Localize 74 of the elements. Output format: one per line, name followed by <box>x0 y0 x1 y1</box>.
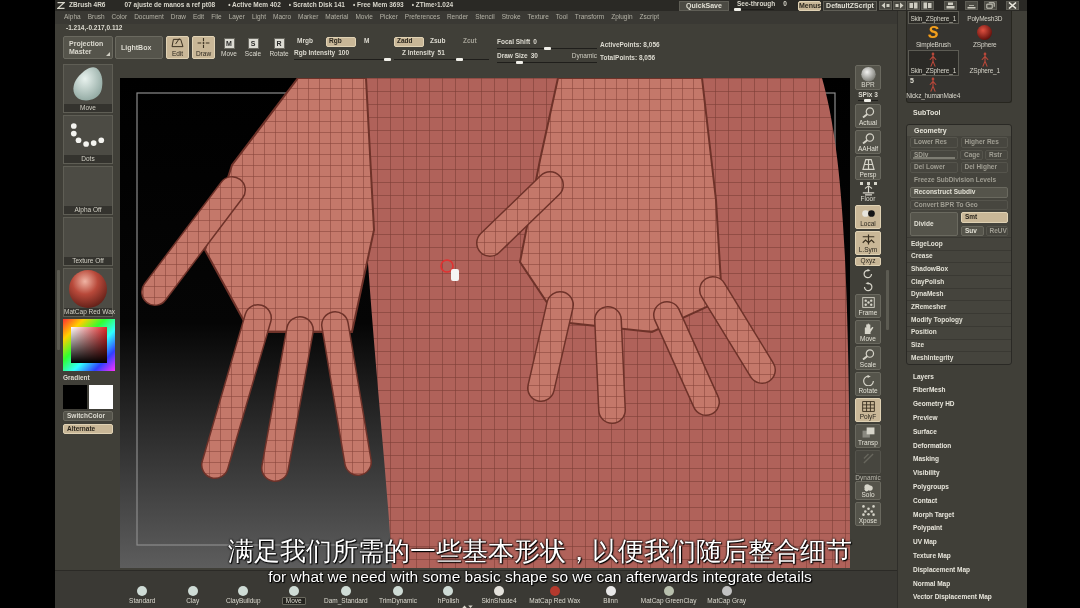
previous-button[interactable] <box>879 1 892 10</box>
app-logo-icon <box>57 2 65 9</box>
shelf-toggle-icon <box>462 605 473 608</box>
faded-icon <box>861 453 875 464</box>
close-button[interactable] <box>1006 1 1019 10</box>
brush-cursor-icon <box>440 259 459 281</box>
sphere-icon <box>288 586 299 596</box>
rgb-intensity-slider[interactable] <box>294 58 391 61</box>
scatter-icon <box>861 505 875 516</box>
spix-slider[interactable] <box>858 99 878 102</box>
blob-icon <box>861 484 875 492</box>
sphere-icon <box>69 269 107 308</box>
arrow-left-icon <box>881 2 890 9</box>
symmetry-icon <box>861 234 875 245</box>
sphere-icon <box>187 586 198 596</box>
layout-button[interactable] <box>907 1 920 10</box>
corner-icon <box>106 52 110 56</box>
magnifier-icon <box>861 107 875 118</box>
sphere-icon <box>137 586 148 596</box>
frame-icon <box>861 297 875 308</box>
sphere-icon <box>443 586 454 596</box>
magnifier-icon <box>861 349 875 360</box>
next-button[interactable] <box>893 1 906 10</box>
layout-icon <box>923 2 932 9</box>
axis-toggles-icon <box>859 182 877 185</box>
sphere-icon <box>860 67 876 82</box>
teardrop-icon <box>72 67 104 102</box>
slider-thumb[interactable] <box>515 61 523 64</box>
arrow-right-icon <box>895 2 904 9</box>
magnifier-icon <box>861 133 875 144</box>
sphere-icon <box>340 586 351 596</box>
minimize-icon <box>967 2 976 9</box>
sphere-icon <box>663 586 674 596</box>
sphere-icon <box>721 586 732 596</box>
sphere-icon <box>494 586 504 596</box>
sphere-icon <box>605 586 616 596</box>
color-swatch[interactable] <box>89 385 113 409</box>
slider-thumb[interactable] <box>455 58 463 61</box>
floor-icon <box>861 185 875 196</box>
draw-icon <box>197 38 210 48</box>
color-swatch[interactable] <box>63 385 87 409</box>
focal-shift-slider[interactable] <box>497 47 597 50</box>
cubes-icon <box>861 427 875 438</box>
circles-icon <box>861 208 875 219</box>
color-picker[interactable] <box>63 319 115 371</box>
dots-stroke-icon <box>70 123 106 148</box>
figure-icon <box>980 52 989 67</box>
sphere-icon <box>238 586 249 596</box>
z-intensity-slider[interactable] <box>394 58 489 61</box>
slider-thumb[interactable] <box>863 99 871 102</box>
layout-icon <box>909 2 918 9</box>
sphere-icon <box>393 586 403 596</box>
brush-glyph: S <box>927 25 939 41</box>
draw-size-slider[interactable] <box>497 61 597 64</box>
tray-icon <box>946 2 955 9</box>
slider-thumb[interactable] <box>384 58 391 61</box>
slider-thumb[interactable] <box>543 47 551 50</box>
close-icon <box>1008 2 1017 9</box>
minimize-button[interactable] <box>965 1 978 10</box>
figure-icon <box>929 52 938 67</box>
slider-thumb[interactable] <box>734 8 741 11</box>
rotate-icon <box>861 375 875 386</box>
perspective-grid-icon <box>861 159 875 170</box>
grid-icon <box>861 401 875 412</box>
viewport-canvas[interactable] <box>120 78 850 568</box>
sphere-icon <box>977 25 993 40</box>
sphere-icon <box>549 586 560 596</box>
figure-icon <box>929 77 938 92</box>
edit-icon <box>171 38 184 48</box>
restore-icon <box>986 2 995 9</box>
tray-button[interactable] <box>944 1 957 10</box>
layout-button[interactable] <box>921 1 934 10</box>
restore-button[interactable] <box>984 1 997 10</box>
subtitle-english: for what we need with some basic shape so we can afterwards integrate details <box>268 569 812 585</box>
